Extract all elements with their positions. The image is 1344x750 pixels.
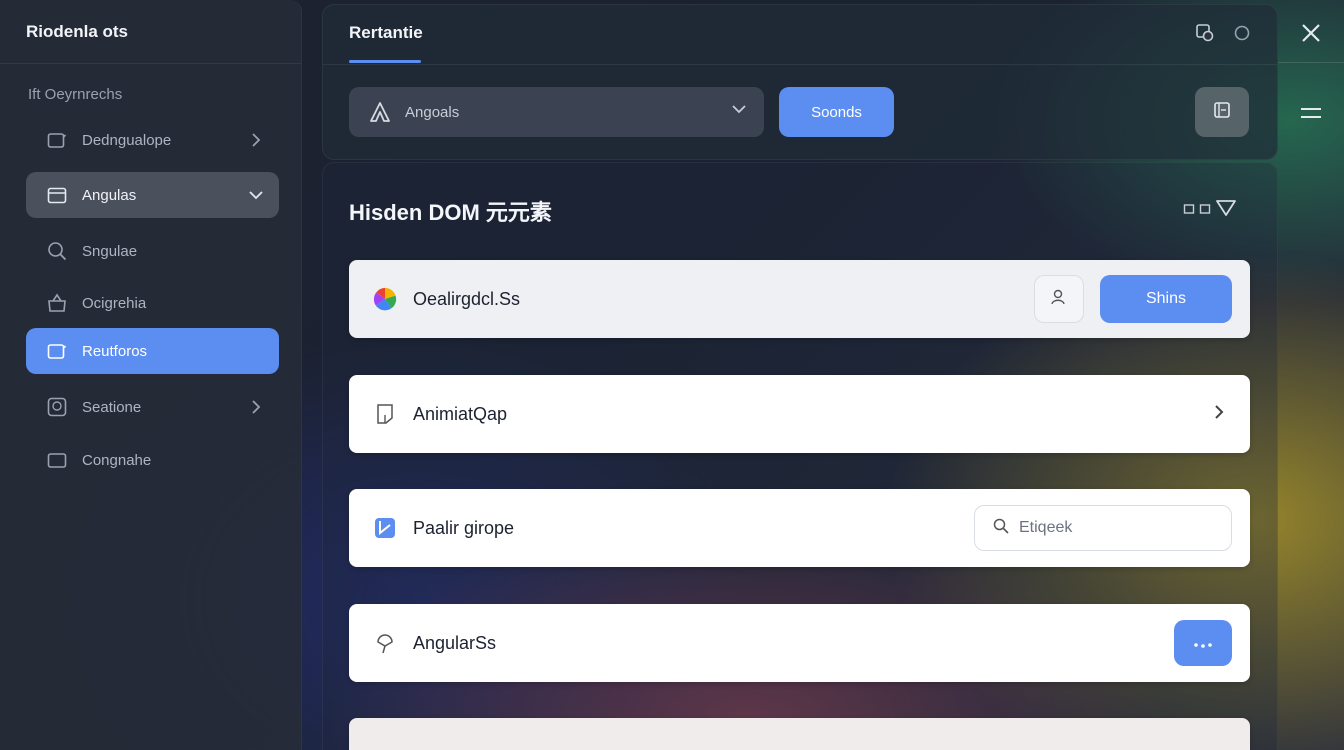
pin-icon: [373, 631, 397, 655]
circle-icon[interactable]: [1233, 24, 1251, 47]
sidebar-item-ocigrehia[interactable]: Ocigrehia: [26, 280, 279, 326]
card-actions: [1174, 604, 1232, 682]
minimize-icon[interactable]: [1183, 202, 1195, 220]
sidebar-item-congnahe[interactable]: Congnahe: [26, 437, 279, 483]
card-label: Oealirgdcl.Ss: [413, 288, 521, 309]
page-title: Hisden DOM 元元素: [349, 200, 552, 225]
list-card[interactable]: AngularSs: [349, 604, 1250, 682]
card-actions: [1214, 375, 1232, 453]
top-icons: [1195, 23, 1251, 48]
user-settings-button[interactable]: [1034, 275, 1084, 323]
bag-icon: [46, 292, 68, 314]
document-icon: [373, 402, 397, 426]
list-card[interactable]: [349, 718, 1250, 750]
ellipsis-icon: [1192, 633, 1214, 654]
card-label: AnimiatQap: [413, 403, 508, 424]
sidebar-item-label: Congnahe: [82, 451, 152, 469]
color-wheel-icon: [373, 287, 397, 311]
main-panel: Hisden DOM 元元素 Oealirgdcl.Ss Shins Animi…: [322, 162, 1278, 750]
user-icon: [1050, 288, 1068, 311]
search-icon: [46, 240, 68, 262]
sidebar-item-label: Seatione: [82, 398, 142, 416]
chevron-right-icon: [245, 396, 267, 418]
list-card[interactable]: AnimiatQap: [349, 375, 1250, 453]
card-actions: [974, 489, 1232, 567]
filter-icon[interactable]: [1215, 199, 1237, 222]
divider: [323, 64, 1277, 65]
sidebar-item-label: Dedngualope: [82, 131, 172, 149]
sidebar-item-label: Sngulae: [82, 242, 138, 260]
folder-icon: [46, 449, 68, 471]
chevron-down-icon: [245, 184, 267, 206]
sidebar-item-angulas[interactable]: Angulas: [26, 172, 279, 218]
folder-icon: [46, 340, 68, 362]
chevron-down-icon: [732, 101, 746, 118]
chevron-right-icon[interactable]: [1214, 404, 1224, 425]
panel-toggle-button[interactable]: [1195, 87, 1249, 137]
list-card[interactable]: Oealirgdcl.Ss Shins: [349, 260, 1250, 338]
framework-select[interactable]: Angoals: [349, 87, 764, 137]
sidebar-item-reutforos[interactable]: Reutforos: [26, 328, 279, 374]
angular-logo-icon: [369, 102, 391, 122]
card-label: AngularSs: [413, 632, 497, 653]
sidebar-item-seatione[interactable]: Seatione: [26, 384, 279, 430]
settings-icon[interactable]: [1195, 23, 1215, 48]
image-icon: [46, 396, 68, 418]
sidebar-item-label: Reutforos: [82, 342, 148, 360]
sidebar-item-label: Ocigrehia: [82, 294, 147, 312]
sidebar-section-label: Ift Oeyrnrechs: [28, 86, 123, 103]
sidebar-item-sngulae[interactable]: Sngulae: [26, 228, 279, 274]
close-icon[interactable]: [1298, 20, 1324, 46]
primary-action-button[interactable]: Soonds: [779, 87, 894, 137]
panel-icon: [1212, 100, 1232, 125]
chevron-right-icon: [245, 129, 267, 151]
card-action-button[interactable]: Shins: [1100, 275, 1232, 323]
search-icon: [993, 518, 1009, 539]
search-field[interactable]: [974, 505, 1232, 551]
search-input[interactable]: [1019, 519, 1219, 537]
select-value: Angoals: [405, 103, 460, 121]
sidebar-item-label: Angulas: [82, 186, 137, 204]
divider: [1278, 62, 1344, 63]
folder-icon: [46, 129, 68, 151]
card-actions: Shins: [1034, 260, 1232, 338]
list-card[interactable]: Paalir girope: [349, 489, 1250, 567]
calendar-icon: [46, 184, 68, 206]
checkbox-icon: [373, 516, 397, 540]
more-options-button[interactable]: [1174, 620, 1232, 666]
top-panel: Rertantie Angoals Soonds: [322, 4, 1278, 160]
sidebar-title: Riodenla ots: [0, 0, 301, 64]
tab-rertantie[interactable]: Rertantie: [349, 23, 423, 43]
sidebar: Riodenla ots Ift Oeyrnrechs Dedngualope …: [0, 0, 302, 750]
sidebar-item-dedngualope[interactable]: Dedngualope: [26, 117, 279, 163]
restore-icon[interactable]: [1199, 202, 1211, 220]
menu-icon[interactable]: [1298, 100, 1324, 126]
panel-controls: [1183, 199, 1237, 222]
card-label: Paalir girope: [413, 517, 515, 538]
active-tab-indicator: [349, 60, 421, 63]
